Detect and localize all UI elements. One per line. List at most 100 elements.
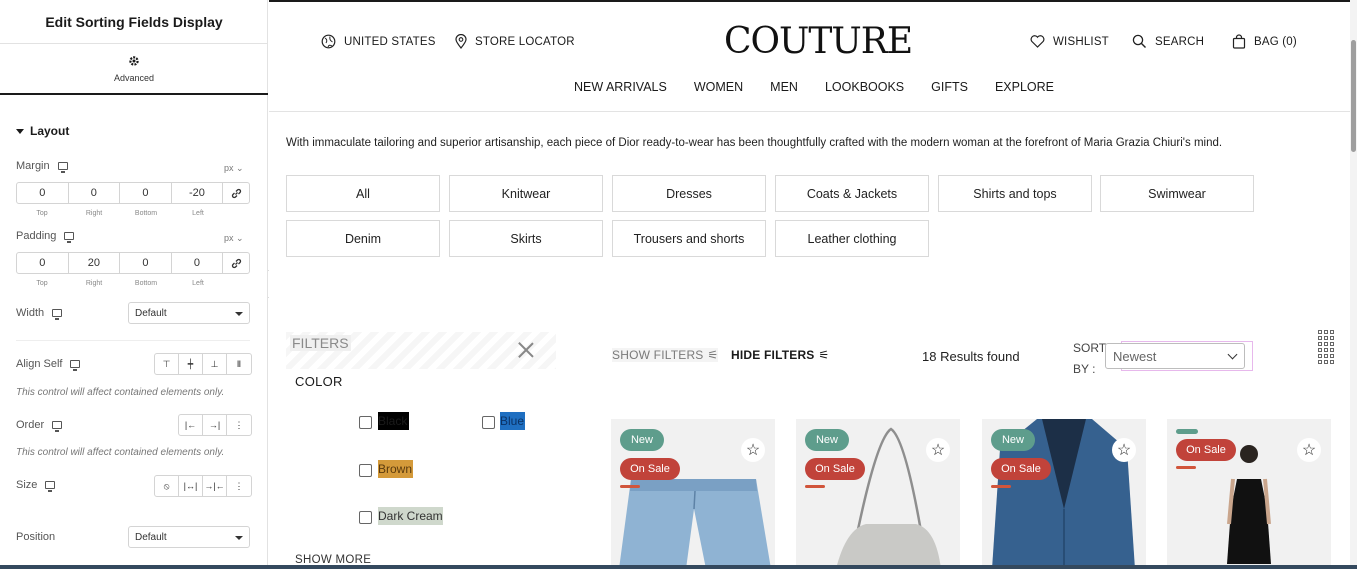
margin-unit-text: px [224, 163, 234, 173]
scrollbar[interactable] [1350, 0, 1357, 569]
padding-bottom-input[interactable]: 0 [120, 253, 172, 273]
sort-select[interactable]: Newest [1105, 343, 1245, 369]
category-all[interactable]: All [286, 175, 440, 212]
category-swimwear[interactable]: Swimwear [1100, 175, 1254, 212]
color-checkbox-dark-cream[interactable] [359, 511, 372, 524]
product-card[interactable]: New On Sale ☆ [611, 419, 775, 569]
align-start-icon[interactable]: ⊤ [155, 354, 179, 374]
more-options-icon[interactable]: ⋮ [227, 476, 251, 496]
padding-top-input[interactable]: 0 [17, 253, 69, 273]
margin-left-input[interactable]: -20 [172, 183, 224, 203]
category-leather-clothing[interactable]: Leather clothing [775, 220, 929, 257]
section-layout-label: Layout [30, 124, 70, 138]
margin-right-input[interactable]: 0 [69, 183, 121, 203]
category-coats-jackets[interactable]: Coats & Jackets [775, 175, 929, 212]
wishlist-link[interactable]: WISHLIST [1030, 35, 1109, 48]
badge-on-sale-label: On Sale [630, 463, 670, 475]
scrollbar-thumb[interactable] [1351, 40, 1356, 152]
store-locator-link[interactable]: STORE LOCATOR [455, 34, 575, 49]
nav-lookbooks[interactable]: LOOKBOOKS [825, 80, 904, 94]
category-denim[interactable]: Denim [286, 220, 440, 257]
category-trousers-shorts[interactable]: Trousers and shorts [612, 220, 766, 257]
nav-new-arrivals[interactable]: NEW ARRIVALS [574, 80, 667, 94]
wishlist-star-button[interactable]: ☆ [1112, 438, 1136, 462]
color-checkbox-black[interactable] [359, 416, 372, 429]
site-logo[interactable]: COUTURE [724, 21, 913, 65]
margin-top-input[interactable]: 0 [17, 183, 69, 203]
wishlist-star-button[interactable]: ☆ [741, 438, 765, 462]
nav-men[interactable]: MEN [770, 80, 798, 94]
padding-left-input[interactable]: 0 [172, 253, 224, 273]
section-layout[interactable]: Layout [16, 124, 69, 138]
country-selector[interactable]: UNITED STATES [321, 34, 436, 49]
align-end-icon[interactable]: ⊥ [203, 354, 227, 374]
heart-icon [1030, 35, 1045, 48]
desktop-icon[interactable] [52, 421, 63, 432]
align-center-icon[interactable]: ┿ [179, 354, 203, 374]
product-card[interactable]: New On Sale ☆ [796, 419, 960, 569]
color-swatch-blue[interactable]: Blue [500, 412, 525, 430]
color-swatch-black[interactable]: Black [378, 412, 409, 430]
position-select[interactable]: Default [128, 526, 250, 548]
product-card[interactable]: New On Sale ☆ [982, 419, 1146, 569]
desktop-icon[interactable] [45, 481, 56, 492]
tab-advanced-label: Advanced [113, 72, 155, 83]
product-card[interactable]: On Sale ☆ [1167, 419, 1331, 569]
align-self-buttons: ⊤ ┿ ⊥ Ⅱ [154, 353, 252, 375]
size-buttons: ⦸ |↔| →|← ⋮ [154, 475, 252, 497]
color-checkbox-brown[interactable] [359, 464, 372, 477]
hide-filters-label: HIDE FILTERS [731, 348, 815, 362]
order-end-icon[interactable]: →| [203, 415, 227, 435]
show-filters-button[interactable]: SHOW FILTERS ⚟ [612, 348, 719, 362]
size-grow-icon[interactable]: |↔| [179, 476, 203, 496]
link-icon[interactable] [223, 183, 249, 203]
nav-gifts[interactable]: GIFTS [931, 80, 968, 94]
margin-unit[interactable]: px ⌄ [224, 163, 244, 174]
padding-unit[interactable]: px ⌄ [224, 233, 244, 244]
color-swatch-dark-cream[interactable]: Dark Cream [378, 507, 443, 525]
margin-bottom-input[interactable]: 0 [120, 183, 172, 203]
side-label: Bottom [134, 280, 158, 287]
order-start-icon[interactable]: |← [179, 415, 203, 435]
wishlist-star-button[interactable]: ☆ [1297, 438, 1321, 462]
padding-right-input[interactable]: 20 [69, 253, 121, 273]
size-label-text: Size [16, 479, 38, 491]
badge-on-sale-label: On Sale [815, 463, 855, 475]
star-icon: ☆ [745, 442, 761, 459]
size-none-icon[interactable]: ⦸ [155, 476, 179, 496]
grid-view-icon[interactable] [1318, 330, 1334, 364]
main-nav: NEW ARRIVALS WOMEN MEN LOOKBOOKS GIFTS E… [574, 80, 1054, 94]
color-checkbox-blue[interactable] [482, 416, 495, 429]
padding-label-text: Padding [16, 230, 57, 242]
category-dresses[interactable]: Dresses [612, 175, 766, 212]
category-knitwear[interactable]: Knitwear [449, 175, 603, 212]
position-select-value: Default [135, 531, 167, 543]
wishlist-star-button[interactable]: ☆ [926, 438, 950, 462]
desktop-icon[interactable] [70, 360, 81, 371]
side-label: Bottom [134, 210, 158, 217]
search-link[interactable]: SEARCH [1132, 34, 1204, 49]
desktop-icon[interactable] [57, 162, 68, 173]
more-options-icon[interactable]: ⋮ [227, 415, 251, 435]
align-stretch-icon[interactable]: Ⅱ [227, 354, 251, 374]
nav-women[interactable]: WOMEN [694, 80, 743, 94]
hide-filters-button[interactable]: HIDE FILTERS ⚟ [731, 348, 829, 362]
size-shrink-icon[interactable]: →|← [203, 476, 227, 496]
color-swatch-brown[interactable]: Brown [378, 460, 413, 478]
desktop-icon[interactable] [52, 309, 63, 320]
category-shirts-tops[interactable]: Shirts and tops [938, 175, 1092, 212]
link-icon[interactable] [223, 253, 249, 273]
desktop-icon[interactable] [64, 232, 75, 243]
nav-explore[interactable]: EXPLORE [995, 80, 1054, 94]
width-select[interactable]: Default [128, 302, 250, 324]
position-label-text: Position [16, 531, 56, 543]
bag-link[interactable]: BAG (0) [1232, 34, 1297, 49]
margin-side-labels: Top Right Bottom Left [16, 210, 250, 217]
badge-on-sale: On Sale [620, 458, 680, 488]
badge-on-sale-label: On Sale [1001, 463, 1041, 475]
close-icon[interactable] [513, 338, 539, 364]
tab-advanced[interactable]: Advanced [0, 44, 268, 95]
badge-on-sale: On Sale [991, 458, 1051, 488]
badge-new: New [620, 429, 664, 451]
category-skirts[interactable]: Skirts [449, 220, 603, 257]
